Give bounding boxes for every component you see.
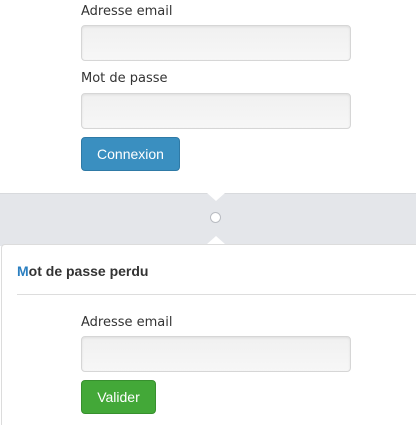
separator-notch-top	[207, 193, 225, 201]
reset-email-input[interactable]	[81, 336, 351, 372]
email-label: Adresse email	[81, 4, 173, 19]
password-input[interactable]	[81, 93, 351, 129]
password-label: Mot de passe	[81, 71, 168, 86]
login-button[interactable]: Connexion	[81, 137, 180, 171]
lost-password-title-text: ot de passe perdu	[28, 263, 149, 279]
reset-email-label: Adresse email	[81, 315, 173, 330]
circle-icon	[210, 212, 221, 223]
validate-button[interactable]: Valider	[81, 380, 156, 414]
email-input[interactable]	[81, 25, 351, 61]
lost-password-title-accent: M	[17, 263, 29, 279]
separator-notch-bottom	[207, 236, 225, 244]
lost-password-title: Mot de passe perdu	[17, 262, 148, 280]
panel-divider	[17, 294, 416, 295]
